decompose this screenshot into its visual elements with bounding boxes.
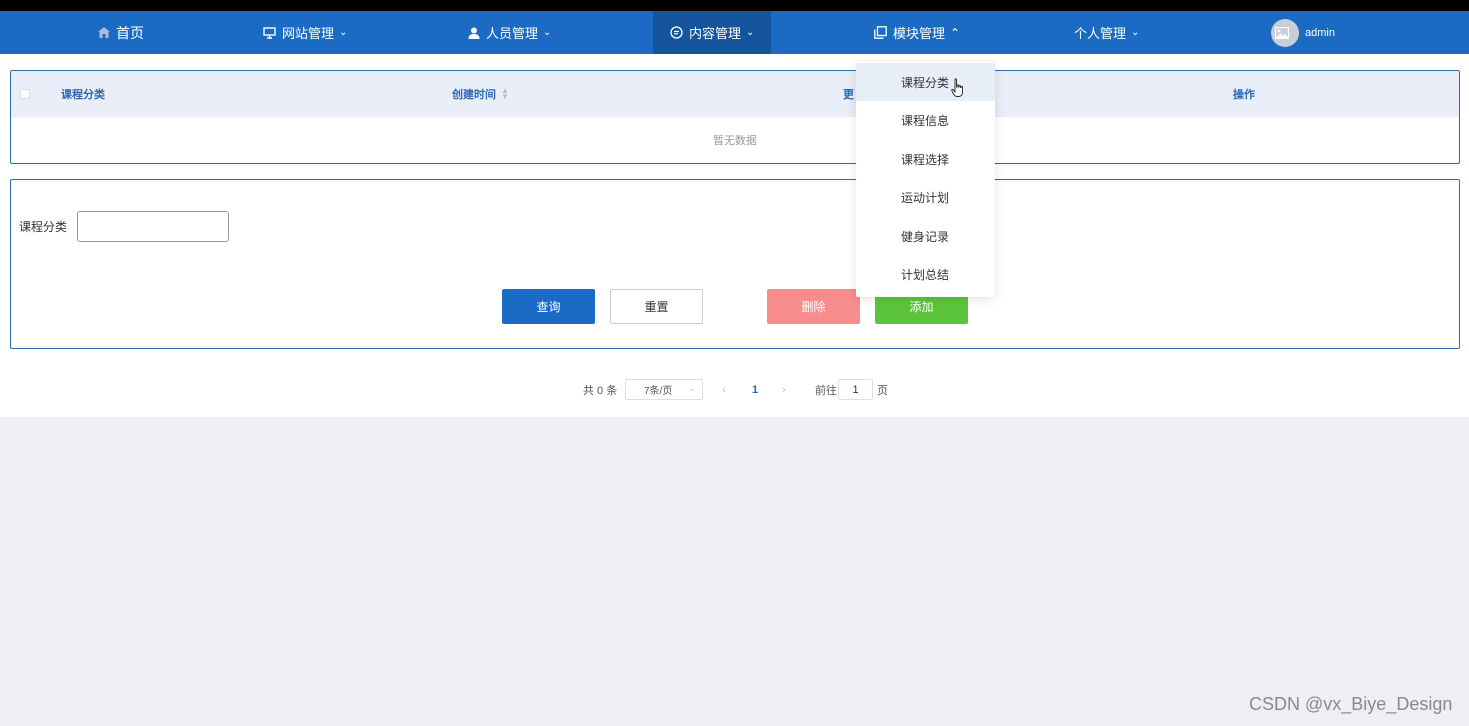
chevron-down-icon: ⌄ [339,27,348,38]
nav-site-management-label: 网站管理 [282,26,335,41]
chat-icon [670,26,683,39]
dropdown-item-fitness-record[interactable]: 健身记录 [856,217,995,255]
column-created-time[interactable]: 创建时间 ▲ ▼ [452,71,509,117]
column-actions: 操作 [1233,89,1255,101]
dropdown-item-course-info[interactable]: 课程信息 [856,101,995,139]
hand-cursor-icon [951,78,963,97]
user-icon [468,27,480,39]
table-header: 课程分类 创建时间 ▲ ▼ 更 操作 [11,71,1459,117]
query-button[interactable]: 查询 [502,289,595,324]
username: admin [1305,26,1335,39]
nav-module-management-label: 模块管理 [893,26,946,41]
page-size-value: 7条/页 [644,386,673,397]
data-table: 课程分类 创建时间 ▲ ▼ 更 操作 暂无数据 [10,70,1460,164]
chevron-down-icon: ⌄ [688,383,696,393]
course-category-input[interactable] [77,211,229,242]
chevron-down-icon: ⌄ [543,27,552,38]
goto-page-input[interactable]: 1 [838,379,873,400]
column-course-category[interactable]: 课程分类 [61,71,105,117]
top-black-bar [0,0,1469,11]
reset-button[interactable]: 重置 [610,289,703,324]
nav-module-management[interactable]: 模块管理 ⌃ [874,11,960,54]
page-size-select[interactable]: 7条/页 ⌄ [625,379,703,400]
pagination-total: 共 0 条 [583,384,618,397]
empty-text: 暂无数据 [713,135,757,147]
copy-icon [874,26,887,39]
nav-personal-management[interactable]: 个人管理 ⌄ [1074,11,1139,54]
nav-content-management-label: 内容管理 [689,26,742,41]
nav-content-management[interactable]: 内容管理 ⌄ [653,11,771,54]
nav-site-management[interactable]: 网站管理 ⌄ [263,11,347,54]
search-label: 课程分类 [19,220,68,234]
nav-home-label: 首页 [116,24,144,41]
page-number-current[interactable]: 1 [752,379,758,400]
nav-people-management[interactable]: 人员管理 ⌄ [468,11,551,54]
dropdown-item-course-selection[interactable]: 课程选择 [856,140,995,178]
prev-page-icon[interactable]: ‹ [722,379,726,400]
top-nav: 首页 网站管理 ⌄ 人员管理 ⌄ 内容管理 ⌄ 模块管理 ⌃ 个人管理 ⌄ ad… [0,11,1469,54]
watermark: CSDN @vx_Biye_Design [1249,694,1453,714]
nav-personal-management-label: 个人管理 [1074,26,1127,41]
search-form: 课程分类 查询 重置 删除 添加 [10,179,1460,349]
chevron-down-icon: ⌄ [1131,27,1140,38]
goto-label: 前往 [815,384,837,397]
page-suffix: 页 [877,384,888,397]
user-menu[interactable]: admin [1271,11,1335,54]
column-created-time-label: 创建时间 [452,89,496,101]
image-placeholder-icon [1275,26,1289,39]
chevron-up-icon: ⌃ [950,25,961,40]
dropdown-item-plan-summary[interactable]: 计划总结 [856,255,995,293]
chevron-down-icon: ⌄ [746,27,755,38]
home-icon [98,27,110,38]
next-page-icon[interactable]: › [782,379,786,400]
monitor-icon [263,26,276,39]
dropdown-item-course-category[interactable]: 课程分类 [856,63,995,101]
select-all-checkbox[interactable] [20,89,30,99]
nav-people-management-label: 人员管理 [486,26,539,41]
column-updated[interactable]: 更 [843,71,854,117]
avatar [1271,18,1299,47]
delete-button[interactable]: 删除 [767,289,860,324]
nav-home[interactable]: 首页 [98,11,144,54]
module-management-dropdown: 课程分类 课程信息 课程选择 运动计划 健身记录 计划总结 [856,62,995,297]
sort-icon[interactable]: ▲ ▼ [501,87,509,101]
dropdown-item-exercise-plan[interactable]: 运动计划 [856,178,995,216]
